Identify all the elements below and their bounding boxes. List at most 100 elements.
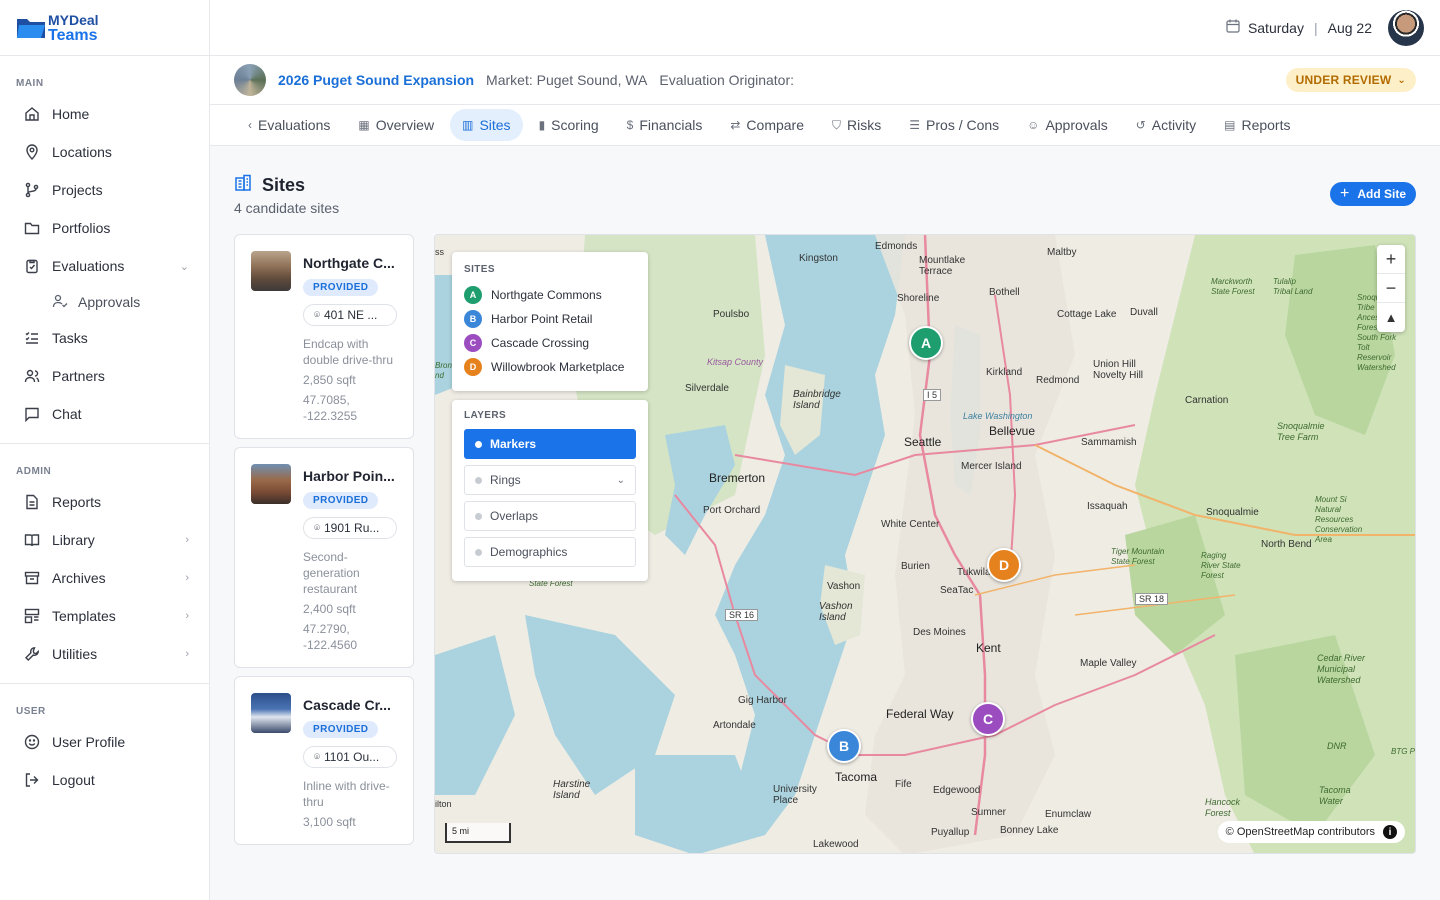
site-coordinates: 47.2790, -122.4560 (303, 622, 358, 652)
tab-sites[interactable]: ▥ Sites (450, 109, 523, 141)
layer-label: Rings (490, 473, 521, 487)
dot-icon (475, 440, 482, 448)
map-label: Maltby (1047, 247, 1077, 258)
sidebar-item-evaluations[interactable]: Evaluations ⌄ (0, 247, 209, 285)
map-label: Federal Way (886, 707, 954, 721)
map-label: Bremerton (709, 471, 766, 485)
sidebar-item-projects[interactable]: Projects (0, 171, 209, 209)
sidebar-item-label: Locations (52, 144, 112, 160)
map-label: Maple Valley (1080, 658, 1137, 669)
sidebar-item-label: Archives (52, 570, 106, 586)
template-icon (24, 608, 40, 624)
zoom-out-button[interactable]: − (1377, 274, 1405, 303)
tab-label: Financials (639, 117, 703, 133)
layer-markers-button[interactable]: Markers (464, 429, 636, 459)
legend-dot: D (464, 358, 482, 376)
sidebar-subitem-approvals[interactable]: Approvals (0, 285, 209, 319)
sidebar-item-partners[interactable]: Partners (0, 357, 209, 395)
tab-pros-cons[interactable]: ☰ Pros / Cons (897, 109, 1011, 141)
layer-rings-button[interactable]: Rings ⌄ (464, 465, 636, 495)
legend-item[interactable]: C Cascade Crossing (464, 331, 636, 355)
sidebar-item-templates[interactable]: Templates › (0, 597, 209, 635)
tab-label: Compare (746, 117, 805, 133)
site-card[interactable]: Cascade Cr... PROVIDED ⌾ 1101 Ou... Inlin… (234, 676, 414, 845)
layer-demographics-button[interactable]: Demographics (464, 537, 636, 567)
compare-icon: ⇄ (730, 118, 741, 132)
tab-label: Scoring (551, 117, 599, 133)
site-address-chip[interactable]: ⌾ 401 NE ... (303, 304, 397, 326)
user-avatar[interactable] (1388, 10, 1424, 46)
tab-activity[interactable]: ↺ Activity (1124, 109, 1208, 141)
sidebar-item-tasks[interactable]: Tasks (0, 319, 209, 357)
site-address-chip[interactable]: ⌾ 1101 Ou... (303, 746, 397, 768)
site-card[interactable]: Harbor Poin... PROVIDED ⌾ 1901 Ru... Seco… (234, 447, 414, 668)
sidebar-item-archives[interactable]: Archives › (0, 559, 209, 597)
layer-overlaps-button[interactable]: Overlaps (464, 501, 636, 531)
map-label: White Center (881, 519, 940, 530)
legend-item[interactable]: A Northgate Commons (464, 283, 636, 307)
tab-label: Reports (1241, 117, 1291, 133)
sidebar-item-home[interactable]: Home (0, 95, 209, 133)
add-site-button[interactable]: + Add Site (1329, 182, 1416, 206)
map-label: South Fork Tolt Reservoir Watershed (1357, 333, 1397, 372)
zoom-in-button[interactable]: + (1377, 245, 1405, 274)
map-pin-icon: ⌾ (314, 309, 320, 321)
sidebar-item-logout[interactable]: Logout (0, 761, 209, 799)
map-marker-d[interactable]: D (987, 548, 1021, 582)
tab-financials[interactable]: $ Financials (615, 109, 715, 141)
site-status-badge: PROVIDED (303, 721, 379, 738)
compass-reset-button[interactable]: ▲ (1377, 303, 1405, 332)
sidebar-item-label: Partners (52, 368, 105, 384)
map-label: University Place (773, 784, 817, 806)
map-marker-b[interactable]: B (827, 729, 861, 763)
sidebar-item-locations[interactable]: Locations (0, 133, 209, 171)
tab-approvals[interactable]: ☺ Approvals (1015, 109, 1120, 141)
page-subtitle: 4 candidate sites (234, 200, 340, 216)
tab-compare[interactable]: ⇄ Compare (718, 109, 816, 141)
sites-map[interactable]: Edmonds Kingston Mountlake Terrace Maltb… (434, 234, 1416, 854)
sidebar-item-portfolios[interactable]: Portfolios (0, 209, 209, 247)
site-card[interactable]: Northgate C... PROVIDED ⌾ 401 NE ... Endc… (234, 234, 414, 439)
map-label: Tiger Mountain State Forest (1111, 547, 1165, 566)
tab-risks[interactable]: ⛉ Risks (820, 109, 893, 141)
calendar-icon (1226, 19, 1240, 36)
project-name[interactable]: 2026 Puget Sound Expansion (278, 72, 474, 88)
attribution-text: © OpenStreetMap contributors (1225, 826, 1375, 838)
tab-overview[interactable]: ▦ Overview (346, 109, 446, 141)
map-label: Marckworth State Forest (1211, 277, 1255, 296)
tab-evaluations[interactable]: ‹ Evaluations (236, 109, 342, 141)
site-name: Cascade Cr... (303, 697, 391, 713)
map-label: Vashon (827, 581, 861, 592)
status-badge[interactable]: UNDER REVIEW ⌄ (1285, 68, 1416, 92)
sidebar-item-utilities[interactable]: Utilities › (0, 635, 209, 673)
map-attribution[interactable]: © OpenStreetMap contributors i (1217, 821, 1405, 843)
legend-item[interactable]: B Harbor Point Retail (464, 307, 636, 331)
info-icon[interactable]: i (1383, 825, 1397, 839)
map-marker-c[interactable]: C (971, 702, 1005, 736)
brand-line1: MYDeal (48, 11, 99, 28)
project-originator: Evaluation Originator: (659, 72, 795, 88)
legend-label: Northgate Commons (491, 288, 602, 302)
sidebar-item-label: Utilities (52, 646, 98, 662)
brand-logo[interactable]: MYDeal Teams (0, 0, 209, 56)
logout-icon (24, 772, 40, 788)
map-label: SeaTac (940, 585, 974, 596)
site-address-chip[interactable]: ⌾ 1901 Ru... (303, 517, 397, 539)
date-day: Saturday (1247, 19, 1304, 36)
layer-label: Overlaps (490, 509, 539, 523)
legend-item[interactable]: D Willowbrook Marketplace (464, 355, 636, 379)
sidebar-item-user-profile[interactable]: User Profile (0, 723, 209, 761)
chevron-right-icon: › (185, 534, 189, 546)
tab-scoring[interactable]: ▮ Scoring (527, 109, 611, 141)
map-marker-a[interactable]: A (909, 326, 943, 360)
site-name: Northgate C... (303, 255, 395, 271)
sidebar-item-library[interactable]: Library › (0, 521, 209, 559)
chat-icon (24, 406, 40, 422)
site-address: 401 NE ... (324, 308, 378, 322)
chevron-down-icon: ⌄ (616, 474, 625, 486)
legend-dot: B (464, 310, 482, 328)
sidebar-item-reports[interactable]: Reports (0, 483, 209, 521)
tab-reports[interactable]: ▤ Reports (1212, 109, 1302, 141)
sidebar-item-chat[interactable]: Chat (0, 395, 209, 433)
list-check-icon: ☰ (909, 118, 921, 132)
